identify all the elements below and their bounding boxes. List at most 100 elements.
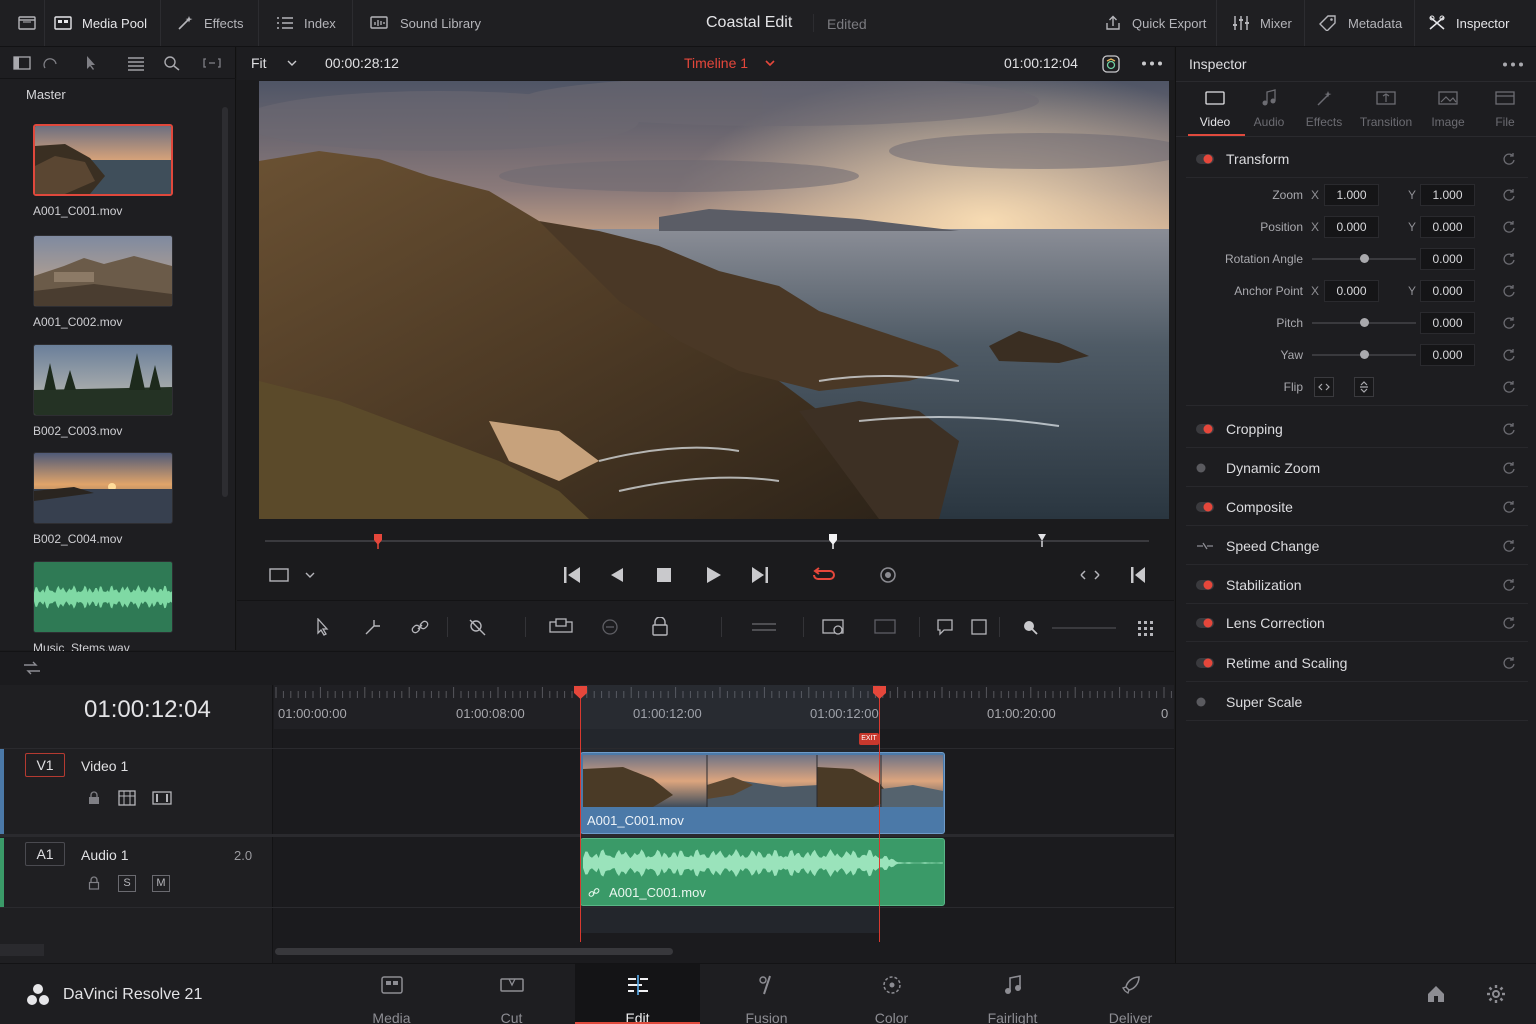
reset-icon[interactable] xyxy=(1502,539,1516,553)
search-icon[interactable] xyxy=(163,55,181,71)
more-options-icon[interactable] xyxy=(1141,61,1163,66)
media-clip[interactable]: A001_C002.mov xyxy=(33,235,173,329)
reset-icon[interactable] xyxy=(1502,461,1516,475)
marker-icon[interactable] xyxy=(936,618,954,636)
reset-icon[interactable] xyxy=(1502,316,1516,330)
page-edit[interactable]: Edit xyxy=(575,964,700,1024)
view-options-icon[interactable] xyxy=(269,567,289,583)
metadata-button[interactable]: Metadata xyxy=(1318,0,1402,46)
lock-icon[interactable] xyxy=(88,791,100,805)
zoom-y-field[interactable]: 1.000 xyxy=(1420,184,1475,206)
in-point-handle[interactable] xyxy=(573,685,588,700)
anchor-y-field[interactable]: 0.000 xyxy=(1420,280,1475,302)
rotation-slider[interactable] xyxy=(1312,254,1416,263)
previous-edit-icon[interactable] xyxy=(1129,566,1147,584)
media-pool-scrollbar[interactable] xyxy=(222,107,228,497)
grid-view-icon[interactable] xyxy=(1138,621,1154,637)
link-tool-icon[interactable] xyxy=(410,618,430,636)
timeline-scrollbar[interactable] xyxy=(275,948,673,955)
zoom-icon[interactable] xyxy=(1022,619,1038,635)
super-scale-section[interactable]: Super Scale xyxy=(1186,683,1528,721)
lens-correction-section[interactable]: Lens Correction xyxy=(1186,604,1528,642)
chevron-down-icon[interactable] xyxy=(765,60,775,67)
reset-icon[interactable] xyxy=(1502,220,1516,234)
media-clip[interactable]: B002_C004.mov xyxy=(33,452,173,546)
zoom-x-field[interactable]: 1.000 xyxy=(1324,184,1379,206)
mixer-button[interactable]: Mixer xyxy=(1232,0,1292,46)
tab-file[interactable]: File xyxy=(1475,87,1535,129)
reset-icon[interactable] xyxy=(1502,616,1516,630)
reset-icon[interactable] xyxy=(1502,152,1516,166)
playhead-handle[interactable] xyxy=(872,685,887,700)
position-x-field[interactable]: 0.000 xyxy=(1324,216,1379,238)
tab-audio[interactable]: Audio xyxy=(1239,87,1299,129)
track-id-a1[interactable]: A1 xyxy=(25,842,65,866)
position-y-field[interactable]: 0.000 xyxy=(1420,216,1475,238)
list-view-icon[interactable] xyxy=(127,55,145,71)
home-icon[interactable] xyxy=(1426,984,1446,1004)
inspector-button[interactable]: Inspector xyxy=(1428,0,1509,46)
page-media[interactable]: Media xyxy=(329,964,454,1024)
chevron-down-icon[interactable] xyxy=(305,572,315,579)
media-clip[interactable]: A001_C001.mov xyxy=(33,124,173,218)
reset-icon[interactable] xyxy=(1502,284,1516,298)
stabilization-section[interactable]: Stabilization xyxy=(1186,566,1528,604)
settings-gear-icon[interactable] xyxy=(1486,984,1506,1004)
tab-image[interactable]: Image xyxy=(1418,87,1478,129)
pointer-icon[interactable] xyxy=(82,55,100,71)
selection-tool-icon[interactable] xyxy=(315,618,331,636)
reset-icon[interactable] xyxy=(1502,578,1516,592)
media-clip[interactable]: Music_Stems.wav xyxy=(33,561,173,655)
yaw-slider[interactable] xyxy=(1312,350,1416,359)
panel-layout-button[interactable] xyxy=(18,0,36,46)
insert-clip-icon[interactable] xyxy=(548,618,574,636)
zoom-full-icon[interactable] xyxy=(970,618,988,636)
speed-change-section[interactable]: Speed Change xyxy=(1186,527,1528,565)
playhead-marker[interactable] xyxy=(828,533,838,549)
track-name[interactable]: Audio 1 xyxy=(81,847,128,863)
anchor-x-field[interactable]: 0.000 xyxy=(1324,280,1379,302)
track-name[interactable]: Video 1 xyxy=(81,758,128,774)
yaw-field[interactable]: 0.000 xyxy=(1420,344,1475,366)
reset-icon[interactable] xyxy=(1502,188,1516,202)
retime-scaling-section[interactable]: Retime and Scaling xyxy=(1186,644,1528,682)
rotation-field[interactable]: 0.000 xyxy=(1420,248,1475,270)
toggle-on-icon[interactable] xyxy=(1196,502,1214,512)
sound-library-button[interactable]: Sound Library xyxy=(370,0,481,46)
snapping-icon[interactable] xyxy=(751,621,777,633)
toggle-off-icon[interactable] xyxy=(1196,697,1214,707)
transform-section[interactable]: Transform xyxy=(1186,140,1528,178)
page-deliver[interactable]: Deliver xyxy=(1068,964,1193,1024)
cropping-section[interactable]: Cropping xyxy=(1186,410,1528,448)
tab-effects[interactable]: Effects xyxy=(1294,87,1354,129)
replace-clip-icon[interactable] xyxy=(650,617,670,637)
media-pool-button[interactable]: Media Pool xyxy=(54,0,147,46)
chevron-down-icon[interactable] xyxy=(287,60,297,67)
page-color[interactable]: Color xyxy=(829,964,954,1024)
timeline-selector[interactable]: Timeline 1 xyxy=(684,55,748,71)
reset-icon[interactable] xyxy=(1502,656,1516,670)
jog-icon[interactable] xyxy=(1079,565,1101,585)
reset-icon[interactable] xyxy=(1502,348,1516,362)
effects-button[interactable]: Effects xyxy=(176,0,244,46)
overwrite-clip-icon[interactable] xyxy=(598,618,622,636)
toggle-off-icon[interactable] xyxy=(1196,463,1214,473)
blade-tool-icon[interactable] xyxy=(468,618,488,636)
page-fairlight[interactable]: Fairlight xyxy=(950,964,1075,1024)
pitch-field[interactable]: 0.000 xyxy=(1420,312,1475,334)
in-point-marker[interactable] xyxy=(373,533,383,549)
go-to-end-icon[interactable] xyxy=(750,566,770,584)
page-fusion[interactable]: Fusion xyxy=(704,964,829,1024)
viewer-scrubber[interactable] xyxy=(237,520,1174,560)
go-to-start-icon[interactable] xyxy=(562,566,582,584)
position-lock-icon[interactable] xyxy=(822,618,846,636)
reset-icon[interactable] xyxy=(1502,252,1516,266)
stop-icon[interactable] xyxy=(656,567,672,583)
toggle-on-icon[interactable] xyxy=(1196,154,1214,164)
pitch-slider[interactable] xyxy=(1312,318,1416,327)
speed-change-icon[interactable] xyxy=(1196,541,1214,551)
reset-icon[interactable] xyxy=(1502,422,1516,436)
media-clip[interactable]: B002_C003.mov xyxy=(33,344,173,438)
toggle-on-icon[interactable] xyxy=(1196,424,1214,434)
bin-view-icon[interactable] xyxy=(42,55,60,71)
